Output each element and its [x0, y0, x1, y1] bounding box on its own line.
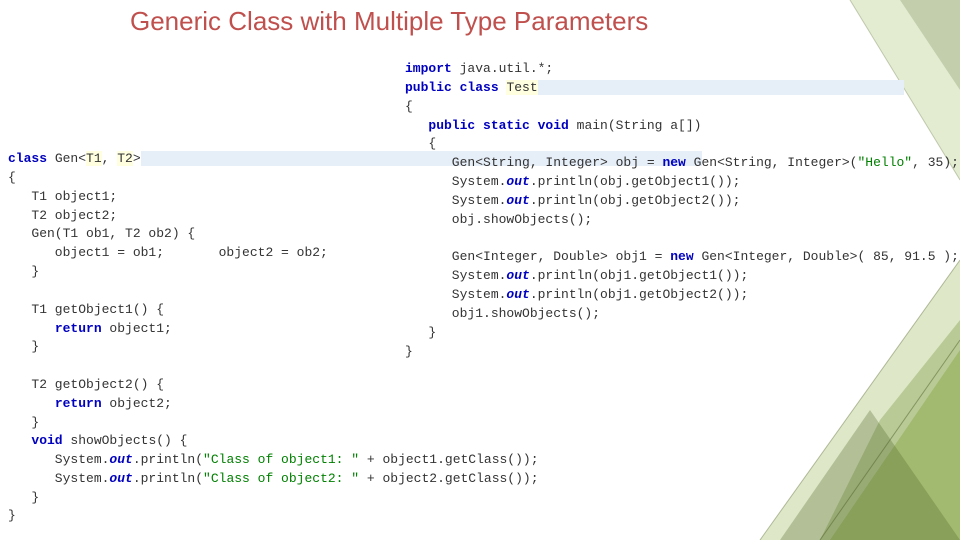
code-block-test-class: import java.util.*; public class Test { … — [405, 60, 955, 362]
code-block-gen-class: class Gen<T1, T2> { T1 object1; T2 objec… — [8, 150, 378, 433]
code-block-showobjects: void showObjects() { System.out.println(… — [8, 432, 438, 526]
slide-title: Generic Class with Multiple Type Paramet… — [130, 6, 648, 37]
